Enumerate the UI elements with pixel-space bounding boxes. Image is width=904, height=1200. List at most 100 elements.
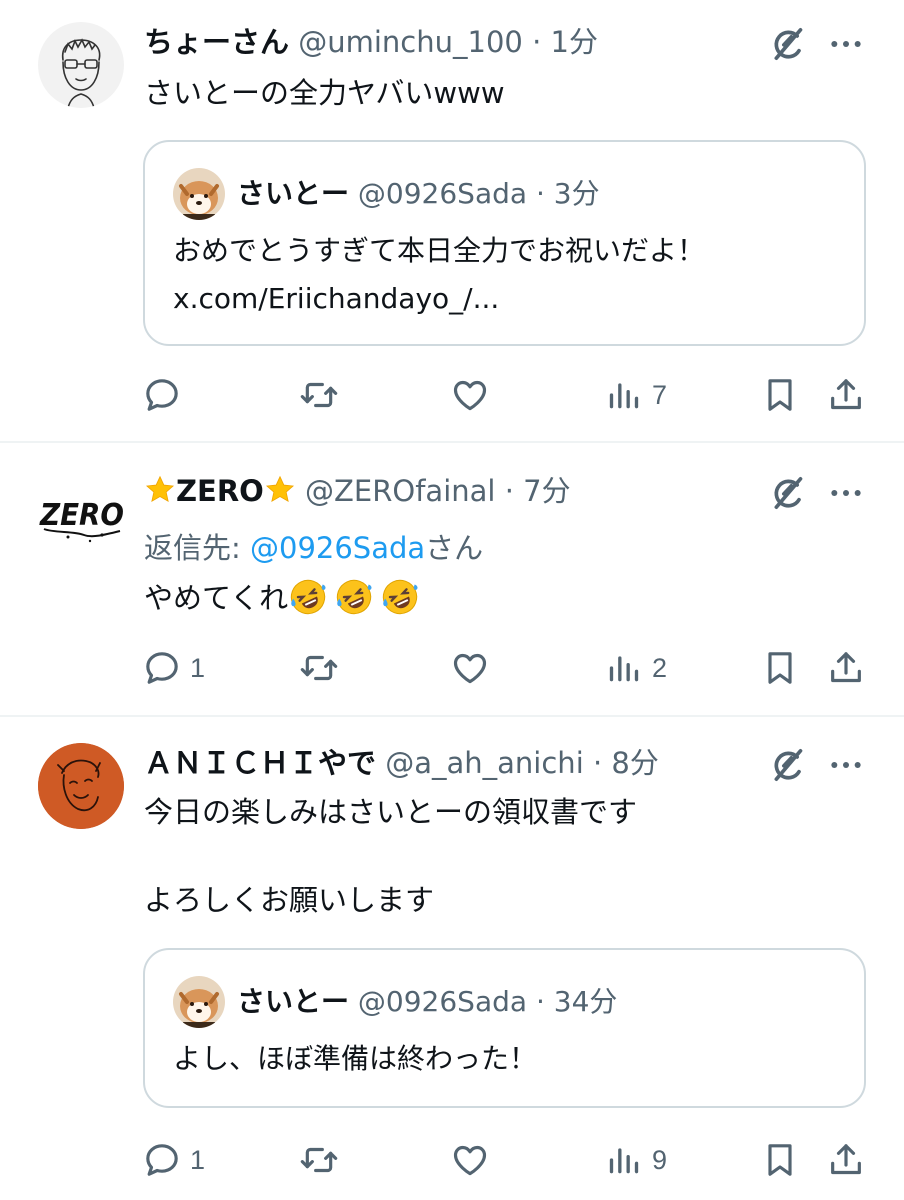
- reply-button[interactable]: [142, 370, 182, 420]
- quoted-post[interactable]: さいとー @0926Sada · 34分 よし、ほぼ準備は終わった！: [143, 948, 866, 1108]
- rofl-emoji: [380, 577, 420, 617]
- bookmark-icon: [760, 1140, 800, 1180]
- reply-count: 1: [190, 652, 206, 683]
- star-icon: [144, 474, 176, 506]
- views-button[interactable]: 9: [604, 1135, 667, 1185]
- star-icon: [264, 474, 296, 506]
- quote-header: さいとー @0926Sada · 3分: [237, 174, 600, 214]
- quote-avatar: [173, 168, 225, 220]
- bookmark-button[interactable]: [760, 1135, 800, 1185]
- like-button[interactable]: [450, 643, 490, 693]
- bookmark-button[interactable]: [760, 643, 800, 693]
- timestamp[interactable]: 8分: [611, 746, 658, 780]
- handle[interactable]: @a_ah_anichi: [385, 746, 584, 780]
- views-button[interactable]: 7: [604, 370, 667, 420]
- views-count: 2: [652, 652, 668, 683]
- views-icon: [604, 648, 644, 688]
- like-icon: [450, 1140, 490, 1180]
- handle[interactable]: @ZEROfainal: [305, 474, 495, 508]
- post-text-line: よろしくお願いします: [144, 883, 435, 917]
- quote-timestamp: 3分: [553, 177, 600, 210]
- reply-icon: [142, 375, 182, 415]
- repost-icon: [299, 1140, 339, 1180]
- more-icon[interactable]: [826, 473, 866, 513]
- reply-suffix: さん: [425, 531, 484, 565]
- reply-icon: [142, 1140, 182, 1180]
- separator: ·: [504, 474, 514, 508]
- repost-icon: [299, 375, 339, 415]
- post-text-line: 今日の楽しみはさいとーの領収書です: [144, 795, 638, 829]
- separator: ·: [535, 177, 545, 210]
- like-icon: [450, 375, 490, 415]
- post-text: さいとーの全力ヤバいwww: [144, 76, 505, 110]
- views-icon: [604, 1140, 644, 1180]
- quote-timestamp: 34分: [553, 985, 618, 1018]
- separator: ·: [535, 985, 545, 1018]
- display-name[interactable]: ＡＮＩＣＨＩやで: [144, 746, 376, 780]
- quote-header: さいとー @0926Sada · 34分: [237, 982, 617, 1022]
- post-text-body: やめてくれ: [144, 581, 289, 615]
- post[interactable]: ちょーさん @uminchu_100 · 1分 さいとーの全力ヤバいwww さい…: [0, 0, 904, 442]
- quote-handle: @0926Sada: [357, 177, 528, 210]
- share-button[interactable]: [826, 370, 866, 420]
- bookmark-icon: [760, 648, 800, 688]
- post-header: ZERO @ZEROfainal · 7分: [144, 471, 571, 511]
- grok-icon[interactable]: [768, 473, 808, 513]
- post-header: ＡＮＩＣＨＩやで @a_ah_anichi · 8分: [144, 743, 659, 783]
- reply-button[interactable]: 1: [142, 643, 205, 693]
- views-count: 7: [652, 379, 668, 410]
- action-bar: 1 2: [0, 643, 904, 693]
- timestamp[interactable]: 7分: [523, 474, 570, 508]
- avatar[interactable]: ZERO: [38, 473, 124, 559]
- display-name[interactable]: ちょーさん: [144, 25, 289, 59]
- repost-button[interactable]: [299, 1135, 339, 1185]
- action-bar: 7: [0, 370, 904, 420]
- rofl-emoji: [334, 577, 374, 617]
- views-count: 9: [652, 1144, 668, 1175]
- action-bar: 1 9: [0, 1135, 904, 1185]
- reply-prefix: 返信先:: [144, 531, 250, 565]
- handle[interactable]: @uminchu_100: [298, 25, 523, 59]
- quote-display-name: さいとー: [237, 985, 350, 1018]
- separator: ·: [592, 746, 603, 780]
- like-button[interactable]: [450, 1135, 490, 1185]
- more-icon[interactable]: [826, 24, 866, 64]
- reply-icon: [142, 648, 182, 688]
- grok-icon[interactable]: [768, 745, 808, 785]
- share-button[interactable]: [826, 1135, 866, 1185]
- share-icon: [826, 648, 866, 688]
- more-icon[interactable]: [826, 745, 866, 785]
- share-button[interactable]: [826, 643, 866, 693]
- display-name[interactable]: ZERO: [176, 474, 264, 508]
- reply-button[interactable]: 1: [142, 1135, 205, 1185]
- quote-text-line: おめでとうすぎて本日全力でお祝いだよ！: [173, 234, 706, 267]
- post[interactable]: ＡＮＩＣＨＩやで @a_ah_anichi · 8分 今日の楽しみはさいとーの領…: [0, 717, 904, 1200]
- svg-text:ZERO: ZERO: [39, 498, 124, 533]
- rofl-emoji: [288, 577, 328, 617]
- quote-text-line: よし、ほぼ準備は終わった！: [173, 1042, 538, 1075]
- views-icon: [604, 375, 644, 415]
- repost-button[interactable]: [299, 370, 339, 420]
- views-button[interactable]: 2: [604, 643, 667, 693]
- bookmark-button[interactable]: [760, 370, 800, 420]
- post[interactable]: ZERO ZERO @ZEROfainal · 7分 返信先: @0926Sad…: [0, 443, 904, 715]
- quote-handle: @0926Sada: [357, 985, 528, 1018]
- separator: ·: [532, 25, 542, 59]
- reply-count: 1: [190, 1144, 206, 1175]
- share-icon: [826, 1140, 866, 1180]
- quoted-post[interactable]: さいとー @0926Sada · 3分 おめでとうすぎて本日全力でお祝いだよ！ …: [143, 140, 866, 346]
- reply-mention-link[interactable]: @0926Sada: [250, 531, 425, 565]
- timestamp[interactable]: 1分: [551, 25, 598, 59]
- grok-icon[interactable]: [768, 24, 808, 64]
- avatar[interactable]: [38, 22, 124, 108]
- reply-context: 返信先: @0926Sadaさん: [144, 527, 483, 569]
- quote-link[interactable]: x.com/Eriichandayo_/...: [173, 278, 499, 320]
- quote-avatar: [173, 976, 225, 1028]
- post-text: やめてくれ: [144, 577, 420, 619]
- like-button[interactable]: [450, 370, 490, 420]
- quote-display-name: さいとー: [237, 177, 350, 210]
- repost-button[interactable]: [299, 643, 339, 693]
- bookmark-icon: [760, 375, 800, 415]
- share-icon: [826, 375, 866, 415]
- avatar[interactable]: [38, 743, 124, 829]
